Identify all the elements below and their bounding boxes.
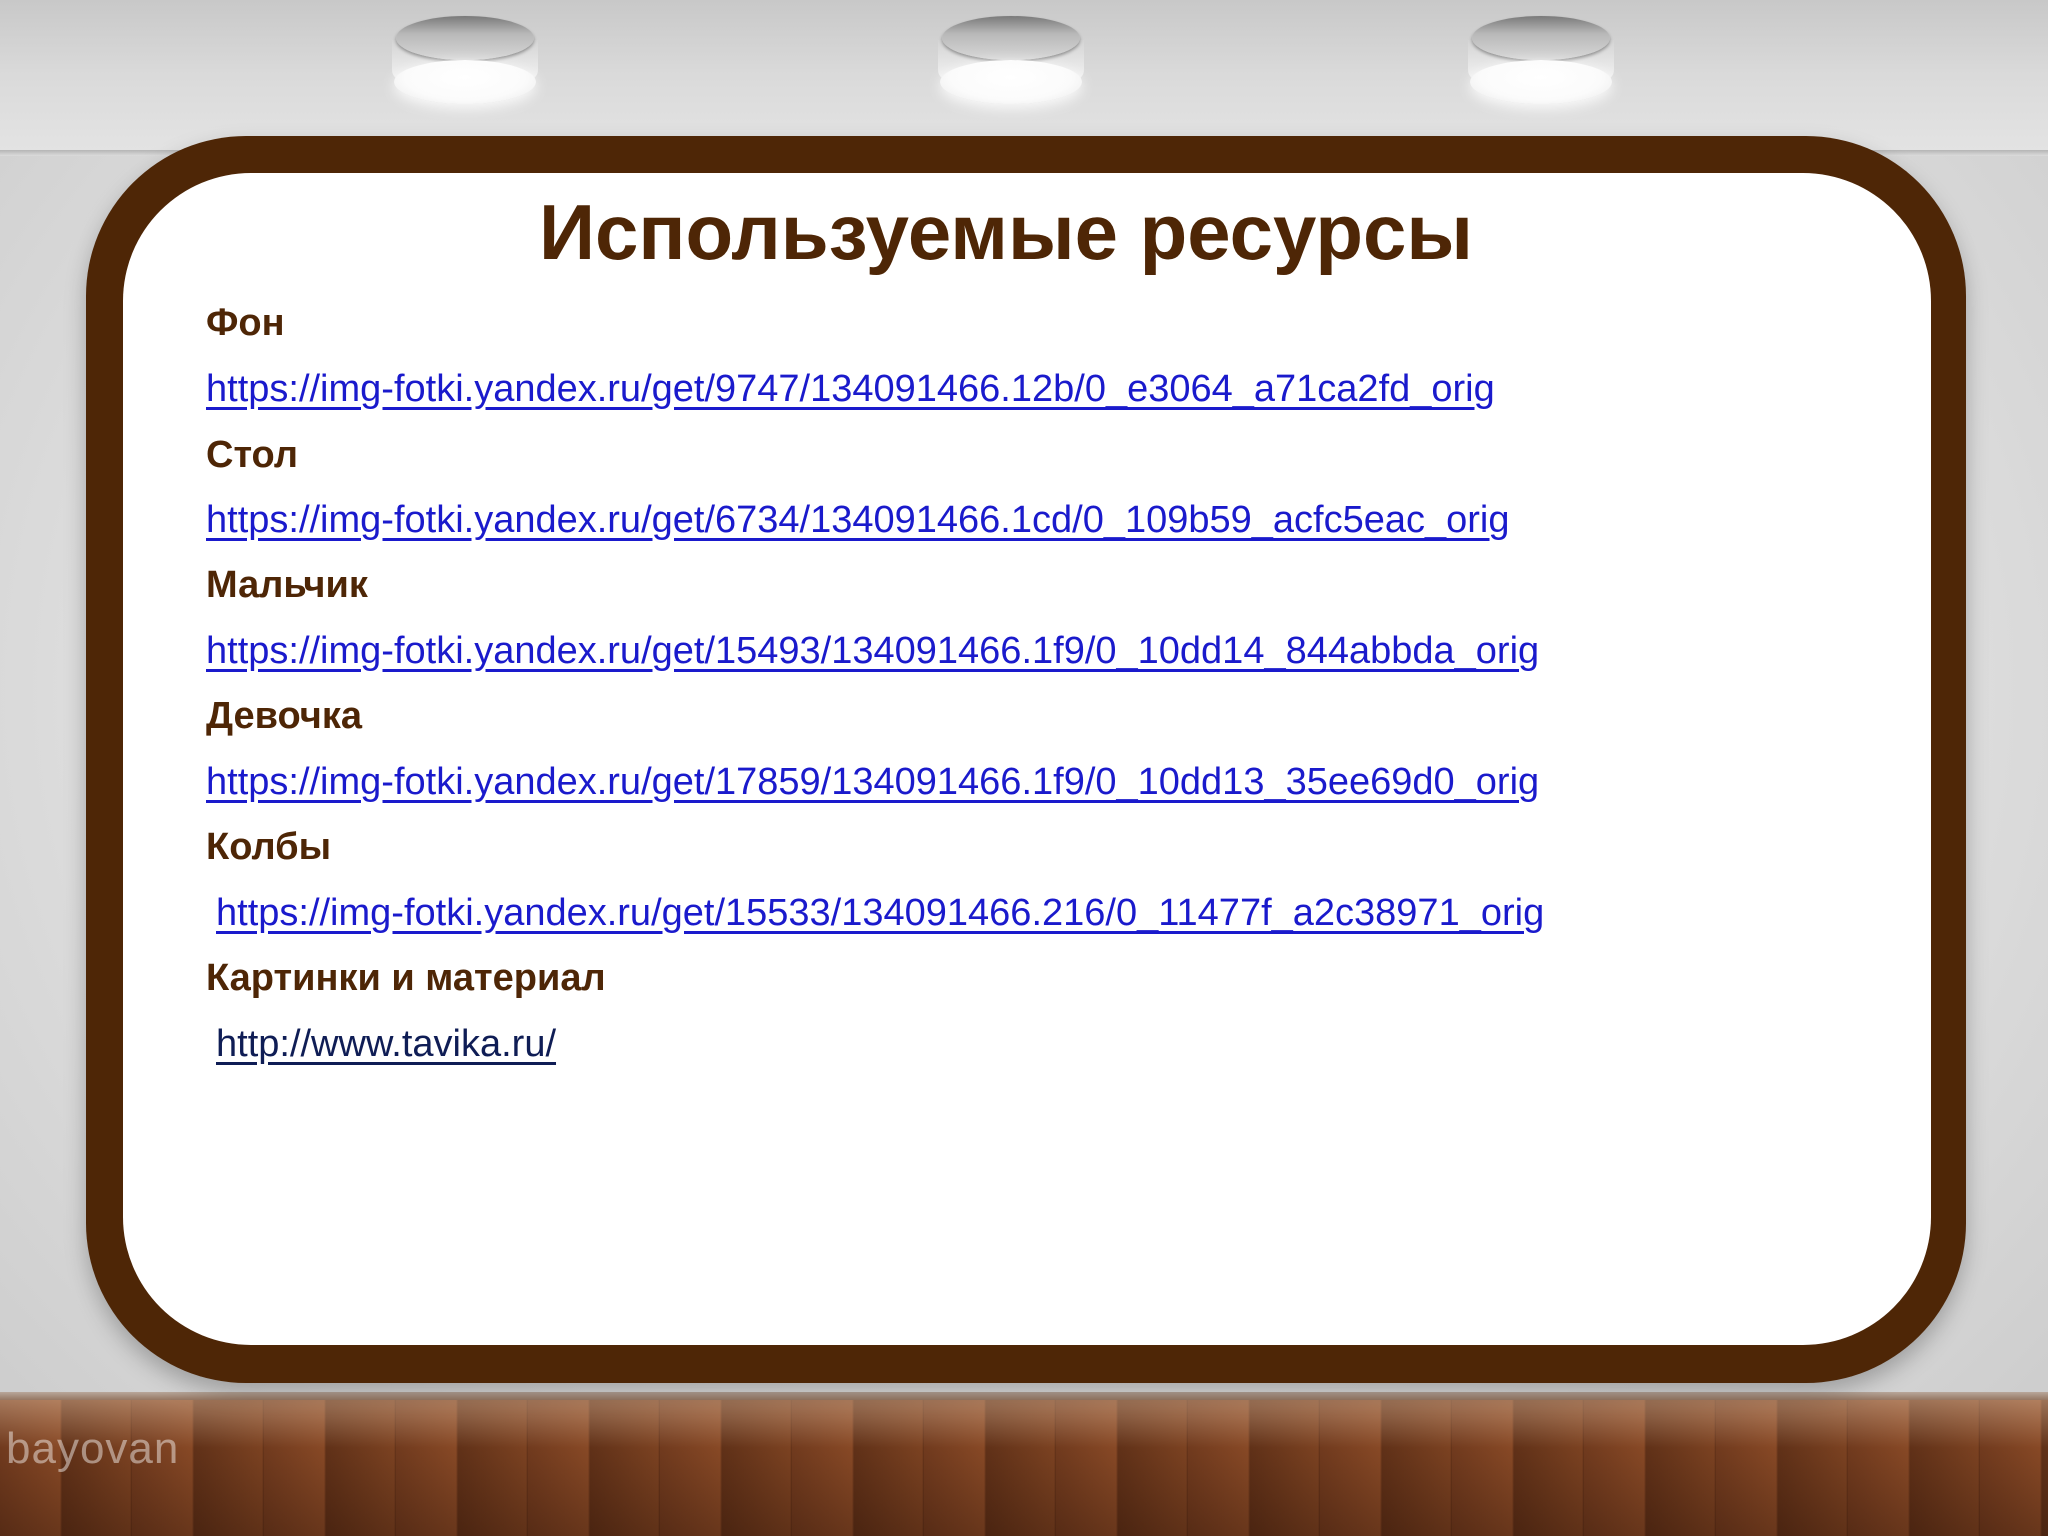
resource-label-materials: Картинки и материал (206, 957, 606, 999)
resource-link-materials[interactable]: http://www.tavika.ru/ (216, 1019, 556, 1069)
resource-link-flasks[interactable]: https://img-fotki.yandex.ru/get/15533/13… (216, 888, 1544, 938)
ceiling-lamp-icon (1468, 10, 1614, 104)
resource-label-girl: Девочка (206, 695, 363, 737)
ceiling-lamp-icon (938, 10, 1084, 104)
floor-shade (0, 1400, 2048, 1536)
resource-label-background: Фон (206, 302, 285, 344)
resource-link-girl[interactable]: https://img-fotki.yandex.ru/get/17859/13… (206, 757, 1539, 807)
watermark: bayovan (6, 1424, 180, 1473)
resources-content: Используемые ресурсы Фон https://img-fot… (206, 178, 1886, 1078)
resource-label-table: Стол (206, 434, 298, 476)
resource-link-table[interactable]: https://img-fotki.yandex.ru/get/6734/134… (206, 495, 1510, 545)
resource-link-background[interactable]: https://img-fotki.yandex.ru/get/9747/134… (206, 364, 1495, 414)
page-title: Используемые ресурсы (538, 188, 1474, 276)
resource-link-boy[interactable]: https://img-fotki.yandex.ru/get/15493/13… (206, 626, 1539, 676)
resource-label-flasks: Колбы (206, 826, 332, 868)
resource-label-boy: Мальчик (206, 564, 368, 606)
slide: bayovan Используемые ресурсы Фон https:/… (0, 0, 2048, 1536)
ceiling-lamp-icon (392, 10, 538, 104)
